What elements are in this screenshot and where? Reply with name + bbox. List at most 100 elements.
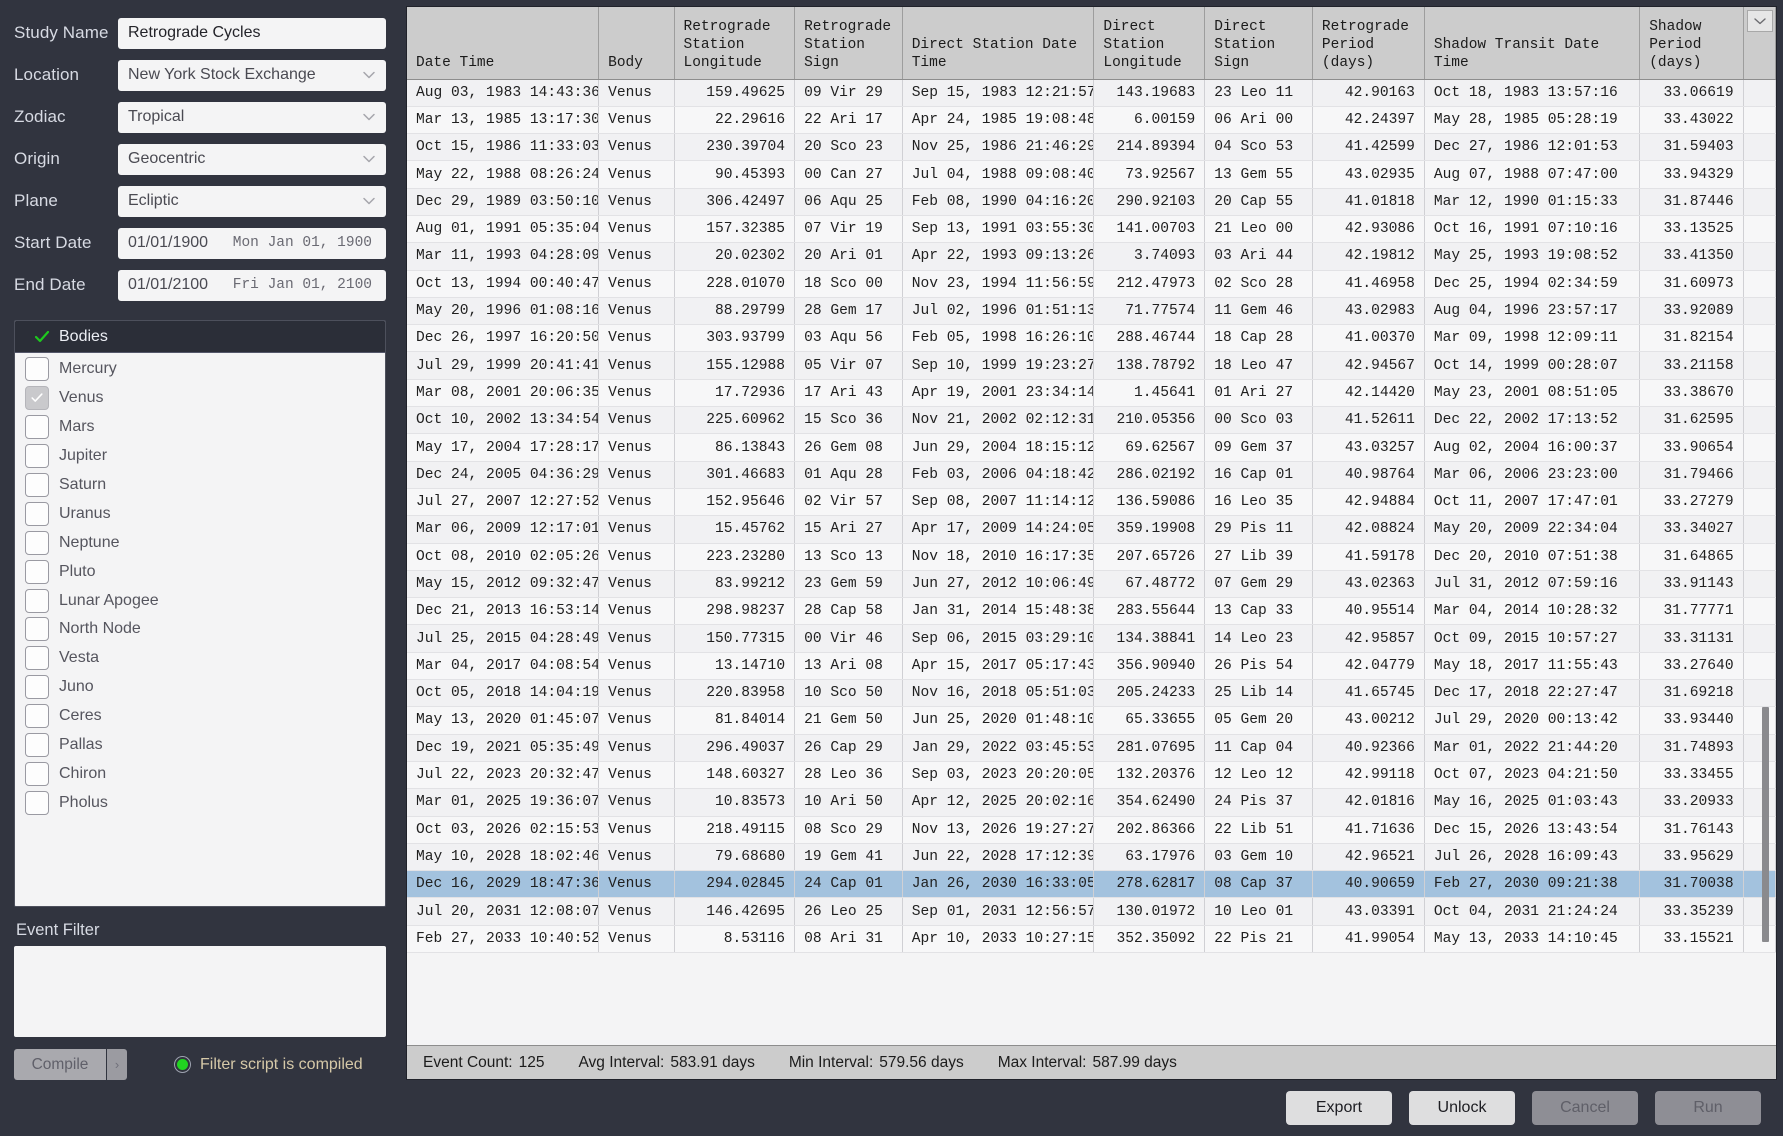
checkbox-vesta[interactable] xyxy=(25,646,49,671)
checkbox-uranus[interactable] xyxy=(25,501,49,526)
cell-rsign: 20 Sco 23 xyxy=(794,133,903,162)
table-row[interactable]: Jul 22, 2023 20:32:47 Venus 148.60327 28 Le… xyxy=(407,761,1776,790)
table-row[interactable]: Oct 10, 2002 13:34:54 Venus 225.60962 15 Sc… xyxy=(407,406,1776,435)
body-item-pallas[interactable]: Pallas xyxy=(15,731,385,760)
results-scroll-area[interactable]: Date Time Body Retrograde Station Longitud… xyxy=(407,7,1776,1045)
table-row[interactable]: Dec 19, 2021 05:35:49 Venus 296.49037 26 Ca… xyxy=(407,734,1776,762)
cell-rsign: 08 Sco 29 xyxy=(794,816,903,844)
checkbox-chiron[interactable] xyxy=(25,761,49,786)
checkbox-mars[interactable] xyxy=(25,415,49,440)
col-header-retrograde-station-sign[interactable]: Retrograde Station Sign xyxy=(794,7,903,80)
table-row[interactable]: Mar 04, 2017 04:08:54 Venus 13.14710 13 Ari… xyxy=(407,652,1776,681)
bodies-header[interactable]: Bodies xyxy=(15,321,385,353)
table-row[interactable]: Jul 25, 2015 04:28:49 Venus 150.77315 00 Vi… xyxy=(407,624,1776,653)
body-item-vesta[interactable]: Vesta xyxy=(15,644,385,673)
table-row[interactable]: May 17, 2004 17:28:17 Venus 86.13843 26 Gem… xyxy=(407,433,1776,462)
col-header-direct-station-longitude[interactable]: Direct Station Longitude xyxy=(1093,7,1206,80)
table-row[interactable]: May 15, 2012 09:32:47 Venus 83.99212 23 Gem… xyxy=(407,570,1776,599)
vertical-scrollbar-thumb[interactable] xyxy=(1762,707,1769,942)
table-row[interactable]: May 13, 2020 01:45:07 Venus 81.84014 21 Gem… xyxy=(407,706,1776,735)
table-row[interactable]: Dec 16, 2029 18:47:36 Venus 294.02845 24 Ca… xyxy=(407,870,1776,899)
table-row[interactable]: Oct 03, 2026 02:15:53 Venus 218.49115 08 Sc… xyxy=(407,816,1776,844)
table-row[interactable]: Oct 08, 2010 02:05:26 Venus 223.23280 13 Sc… xyxy=(407,543,1776,571)
checkbox-ceres[interactable] xyxy=(25,704,49,729)
table-row[interactable]: Dec 21, 2013 16:53:14 Venus 298.98237 28 Ca… xyxy=(407,597,1776,626)
input-end-date[interactable]: 01/01/2100 Fri Jan 01, 2100 xyxy=(118,269,386,301)
table-row[interactable]: May 20, 1996 01:08:16 Venus 88.29799 28 Gem… xyxy=(407,297,1776,326)
select-zodiac[interactable]: Tropical xyxy=(118,101,386,133)
body-item-saturn[interactable]: Saturn xyxy=(15,471,385,500)
body-item-lunar-apogee[interactable]: Lunar Apogee xyxy=(15,586,385,615)
table-row[interactable]: Aug 03, 1983 14:43:36 Venus 159.49625 09 Vi… xyxy=(407,79,1776,107)
body-item-mercury[interactable]: Mercury xyxy=(15,355,385,384)
compile-button[interactable]: Compile xyxy=(14,1049,106,1080)
body-item-juno[interactable]: Juno xyxy=(15,673,385,702)
select-origin[interactable]: Geocentric xyxy=(118,143,386,175)
col-header-date-time[interactable]: Date Time xyxy=(407,7,600,80)
checkbox-saturn[interactable] xyxy=(25,473,49,497)
col-header-shadow-period-days[interactable]: Shadow Period (days) xyxy=(1639,7,1744,80)
col-header-direct-station-date-time[interactable]: Direct Station Date Time xyxy=(902,7,1095,80)
col-header-body[interactable]: Body xyxy=(598,7,675,80)
table-row[interactable]: Dec 24, 2005 04:36:29 Venus 301.46683 01 Aq… xyxy=(407,461,1776,489)
table-row[interactable]: Dec 26, 1997 16:20:50 Venus 303.93799 03 Aq… xyxy=(407,324,1776,353)
table-row[interactable]: Feb 27, 2033 10:40:52 Venus 8.53116 08 Ari … xyxy=(407,925,1776,954)
checkbox-juno[interactable] xyxy=(25,675,49,700)
unlock-button[interactable]: Unlock xyxy=(1409,1091,1515,1125)
checkbox-neptune[interactable] xyxy=(25,530,49,555)
checkbox-pholus[interactable] xyxy=(25,790,49,815)
event-filter-editor[interactable] xyxy=(14,946,386,1037)
table-row[interactable]: Jul 29, 1999 20:41:41 Venus 155.12988 05 Vi… xyxy=(407,351,1776,380)
col-header-retrograde-period-days[interactable]: Retrograde Period (days) xyxy=(1312,7,1425,80)
table-row[interactable]: Mar 06, 2009 12:17:01 Venus 15.45762 15 Ari… xyxy=(407,515,1776,544)
export-button[interactable]: Export xyxy=(1286,1091,1392,1125)
select-plane[interactable]: Ecliptic xyxy=(118,185,386,217)
body-item-jupiter[interactable]: Jupiter xyxy=(15,442,385,471)
results-table: Date Time Body Retrograde Station Longitud… xyxy=(407,7,1776,954)
cell-rsign: 15 Sco 36 xyxy=(794,406,903,435)
table-row[interactable]: Oct 05, 2018 14:04:19 Venus 220.83958 10 Sc… xyxy=(407,679,1776,708)
compile-options-button[interactable]: › xyxy=(107,1049,127,1080)
cell-rlon: 306.42497 xyxy=(674,188,796,216)
body-item-venus[interactable]: Venus xyxy=(15,384,385,413)
table-row[interactable]: Aug 01, 1991 05:35:04 Venus 157.32385 07 Vi… xyxy=(407,215,1776,244)
checkbox-venus[interactable] xyxy=(25,386,49,411)
checkbox-mercury[interactable] xyxy=(25,357,49,382)
body-item-pholus[interactable]: Pholus xyxy=(15,788,385,817)
checkbox-pallas[interactable] xyxy=(25,733,49,758)
body-item-uranus[interactable]: Uranus xyxy=(15,499,385,528)
table-row[interactable]: Jul 27, 2007 12:27:52 Venus 152.95646 02 Vi… xyxy=(407,488,1776,517)
table-row[interactable]: May 10, 2028 18:02:46 Venus 79.68680 19 Gem… xyxy=(407,843,1776,872)
table-row[interactable]: Oct 15, 1986 11:33:03 Venus 230.39704 20 Sc… xyxy=(407,133,1776,162)
body-item-neptune[interactable]: Neptune xyxy=(15,528,385,557)
table-row[interactable]: Mar 01, 2025 19:36:07 Venus 10.83573 10 Ari… xyxy=(407,788,1776,817)
col-header-shadow-transit-date-time[interactable]: Shadow Transit Date Time xyxy=(1424,7,1641,80)
select-location[interactable]: New York Stock Exchange xyxy=(118,59,386,91)
checkbox-lunar-apogee[interactable] xyxy=(25,588,49,613)
table-row[interactable]: Mar 08, 2001 20:06:35 Venus 17.72936 17 Ari… xyxy=(407,379,1776,408)
body-item-chiron[interactable]: Chiron xyxy=(15,759,385,788)
cell-rper: 41.71636 xyxy=(1312,816,1425,844)
table-row[interactable]: Jul 20, 2031 12:08:07 Venus 146.42695 26 Le… xyxy=(407,897,1776,926)
col-header-direct-station-sign[interactable]: Direct Station Sign xyxy=(1204,7,1313,80)
cell-dlon: 212.47973 xyxy=(1093,270,1206,298)
table-row[interactable]: Mar 11, 1993 04:28:09 Venus 20.02302 20 Ari… xyxy=(407,242,1776,271)
col-header-retrograde-station-longitude[interactable]: Retrograde Station Longitude xyxy=(674,7,796,80)
cell-dsign: 22 Pis 21 xyxy=(1204,925,1313,954)
table-row[interactable]: May 22, 1988 08:26:24 Venus 90.45393 00 Can… xyxy=(407,160,1776,189)
checkbox-jupiter[interactable] xyxy=(25,444,49,469)
body-item-pluto[interactable]: Pluto xyxy=(15,557,385,586)
cell-dsign: 16 Cap 01 xyxy=(1204,461,1313,489)
checkbox-pluto[interactable] xyxy=(25,559,49,584)
body-item-north-node[interactable]: North Node xyxy=(15,615,385,644)
column-options-button[interactable] xyxy=(1747,10,1773,32)
input-study-name[interactable]: Retrograde Cycles xyxy=(118,17,386,49)
table-row[interactable]: Mar 13, 1985 13:17:30 Venus 22.29616 22 Ari… xyxy=(407,106,1776,135)
input-start-date[interactable]: 01/01/1900 Mon Jan 01, 1900 xyxy=(118,227,386,259)
cell-sper: 33.15521 xyxy=(1639,925,1744,954)
table-row[interactable]: Oct 13, 1994 00:40:47 Venus 228.01070 18 Sc… xyxy=(407,270,1776,298)
checkbox-north-node[interactable] xyxy=(25,617,49,642)
body-item-ceres[interactable]: Ceres xyxy=(15,702,385,731)
table-row[interactable]: Dec 29, 1989 03:50:10 Venus 306.42497 06 Aq… xyxy=(407,188,1776,216)
body-item-mars[interactable]: Mars xyxy=(15,413,385,442)
